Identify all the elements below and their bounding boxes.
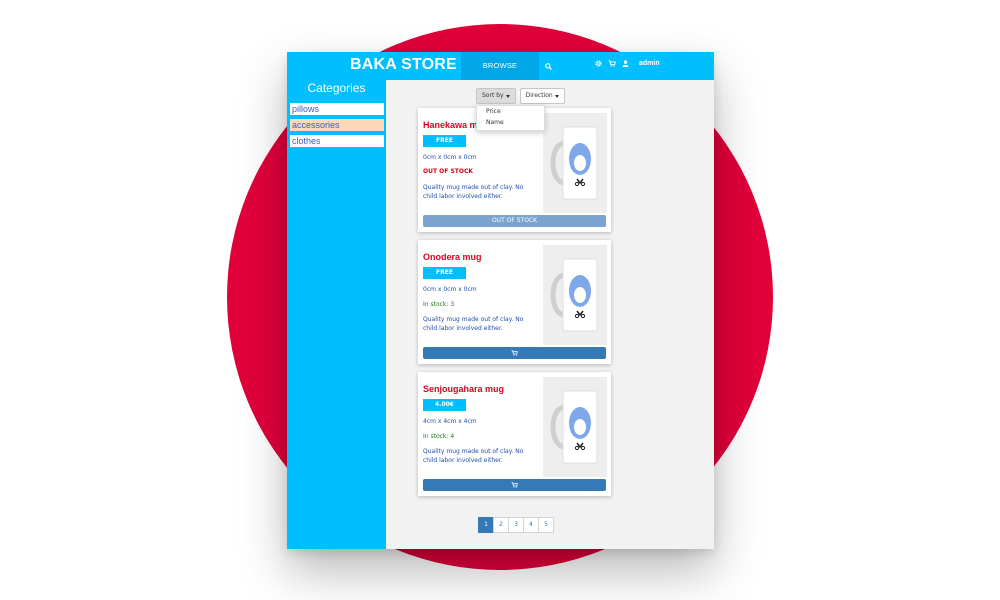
mug-image (543, 113, 607, 213)
cart-icon[interactable] (608, 60, 616, 67)
price-badge: FREE (423, 135, 466, 147)
direction-label: Direction (525, 92, 553, 99)
cart-icon (511, 350, 518, 356)
caret-down-icon (554, 94, 559, 98)
stock-status: In stock: 4 (423, 433, 455, 440)
cart-icon (511, 482, 518, 488)
product-description: Quality mug made out of clay. No child l… (423, 184, 524, 200)
product-dimensions: 0cm x 0cm x 0cm (423, 154, 477, 161)
page-link-4[interactable]: 4 (523, 517, 539, 533)
gear-icon[interactable] (595, 60, 602, 67)
app-window: BAKA STORE BROWSE PRODUCTS ad (287, 52, 714, 549)
add-to-cart-button[interactable] (423, 347, 606, 359)
product-dimensions: 0cm x 0cm x 0cm (423, 286, 477, 293)
sort-option-name[interactable]: Name (477, 117, 544, 128)
page-link-2[interactable]: 2 (493, 517, 509, 533)
price-badge: 4.00€ (423, 399, 466, 411)
sort-by-dropdown[interactable]: Sort by (476, 88, 516, 104)
page-link-5[interactable]: 5 (538, 517, 554, 533)
product-image[interactable] (543, 113, 607, 213)
mug-image (543, 245, 607, 345)
category-list: pillows accessories clothes (290, 103, 384, 151)
page-link-3[interactable]: 3 (508, 517, 524, 533)
top-navbar: BAKA STORE BROWSE PRODUCTS ad (287, 52, 714, 98)
product-description: Quality mug made out of clay. No child l… (423, 448, 524, 464)
brand-logo[interactable]: BAKA STORE (350, 56, 457, 74)
product-dimensions: 4cm x 4cm x 4cm (423, 418, 477, 425)
sort-by-label: Sort by (482, 92, 504, 99)
stock-status: OUT OF STOCK (423, 168, 474, 175)
categories-title: Categories (307, 81, 366, 95)
product-description: Quality mug made out of clay. No child l… (423, 316, 524, 332)
out-of-stock-button[interactable]: OUT OF STOCK (423, 215, 606, 227)
stock-status: In stock: 3 (423, 301, 455, 308)
add-to-cart-button[interactable] (423, 479, 606, 491)
price-badge: FREE (423, 267, 466, 279)
product-name[interactable]: Onodera mug (423, 252, 482, 262)
category-item-clothes[interactable]: clothes (290, 135, 384, 147)
sort-by-menu: Price Name (476, 105, 545, 131)
search-button[interactable] (540, 52, 556, 80)
category-item-accessories[interactable]: accessories (290, 119, 384, 131)
product-name[interactable]: Senjougahara mug (423, 384, 504, 394)
categories-sidebar: Categories pillows accessories clothes (287, 80, 386, 549)
product-card: Senjougahara mug 4.00€ 4cm x 4cm x 4cm I… (418, 372, 611, 496)
caret-down-icon (505, 94, 510, 98)
user-icon[interactable] (622, 60, 629, 67)
search-icon (544, 62, 552, 70)
mug-image (543, 377, 607, 477)
user-nav: admin (595, 60, 660, 67)
product-card: Onodera mug FREE 0cm x 0cm x 0cm In stoc… (418, 240, 611, 364)
page-link-1[interactable]: 1 (478, 517, 494, 533)
direction-dropdown[interactable]: Direction (519, 88, 565, 104)
browse-products-link[interactable]: BROWSE PRODUCTS (461, 52, 539, 98)
sort-option-price[interactable]: Price (477, 106, 544, 117)
category-item-pillows[interactable]: pillows (290, 103, 384, 115)
user-name-link[interactable]: admin (639, 60, 660, 67)
product-image[interactable] (543, 245, 607, 345)
product-image[interactable] (543, 377, 607, 477)
sort-toolbar: Sort by Direction (476, 88, 565, 104)
pagination: 1 2 3 4 5 (478, 517, 554, 533)
